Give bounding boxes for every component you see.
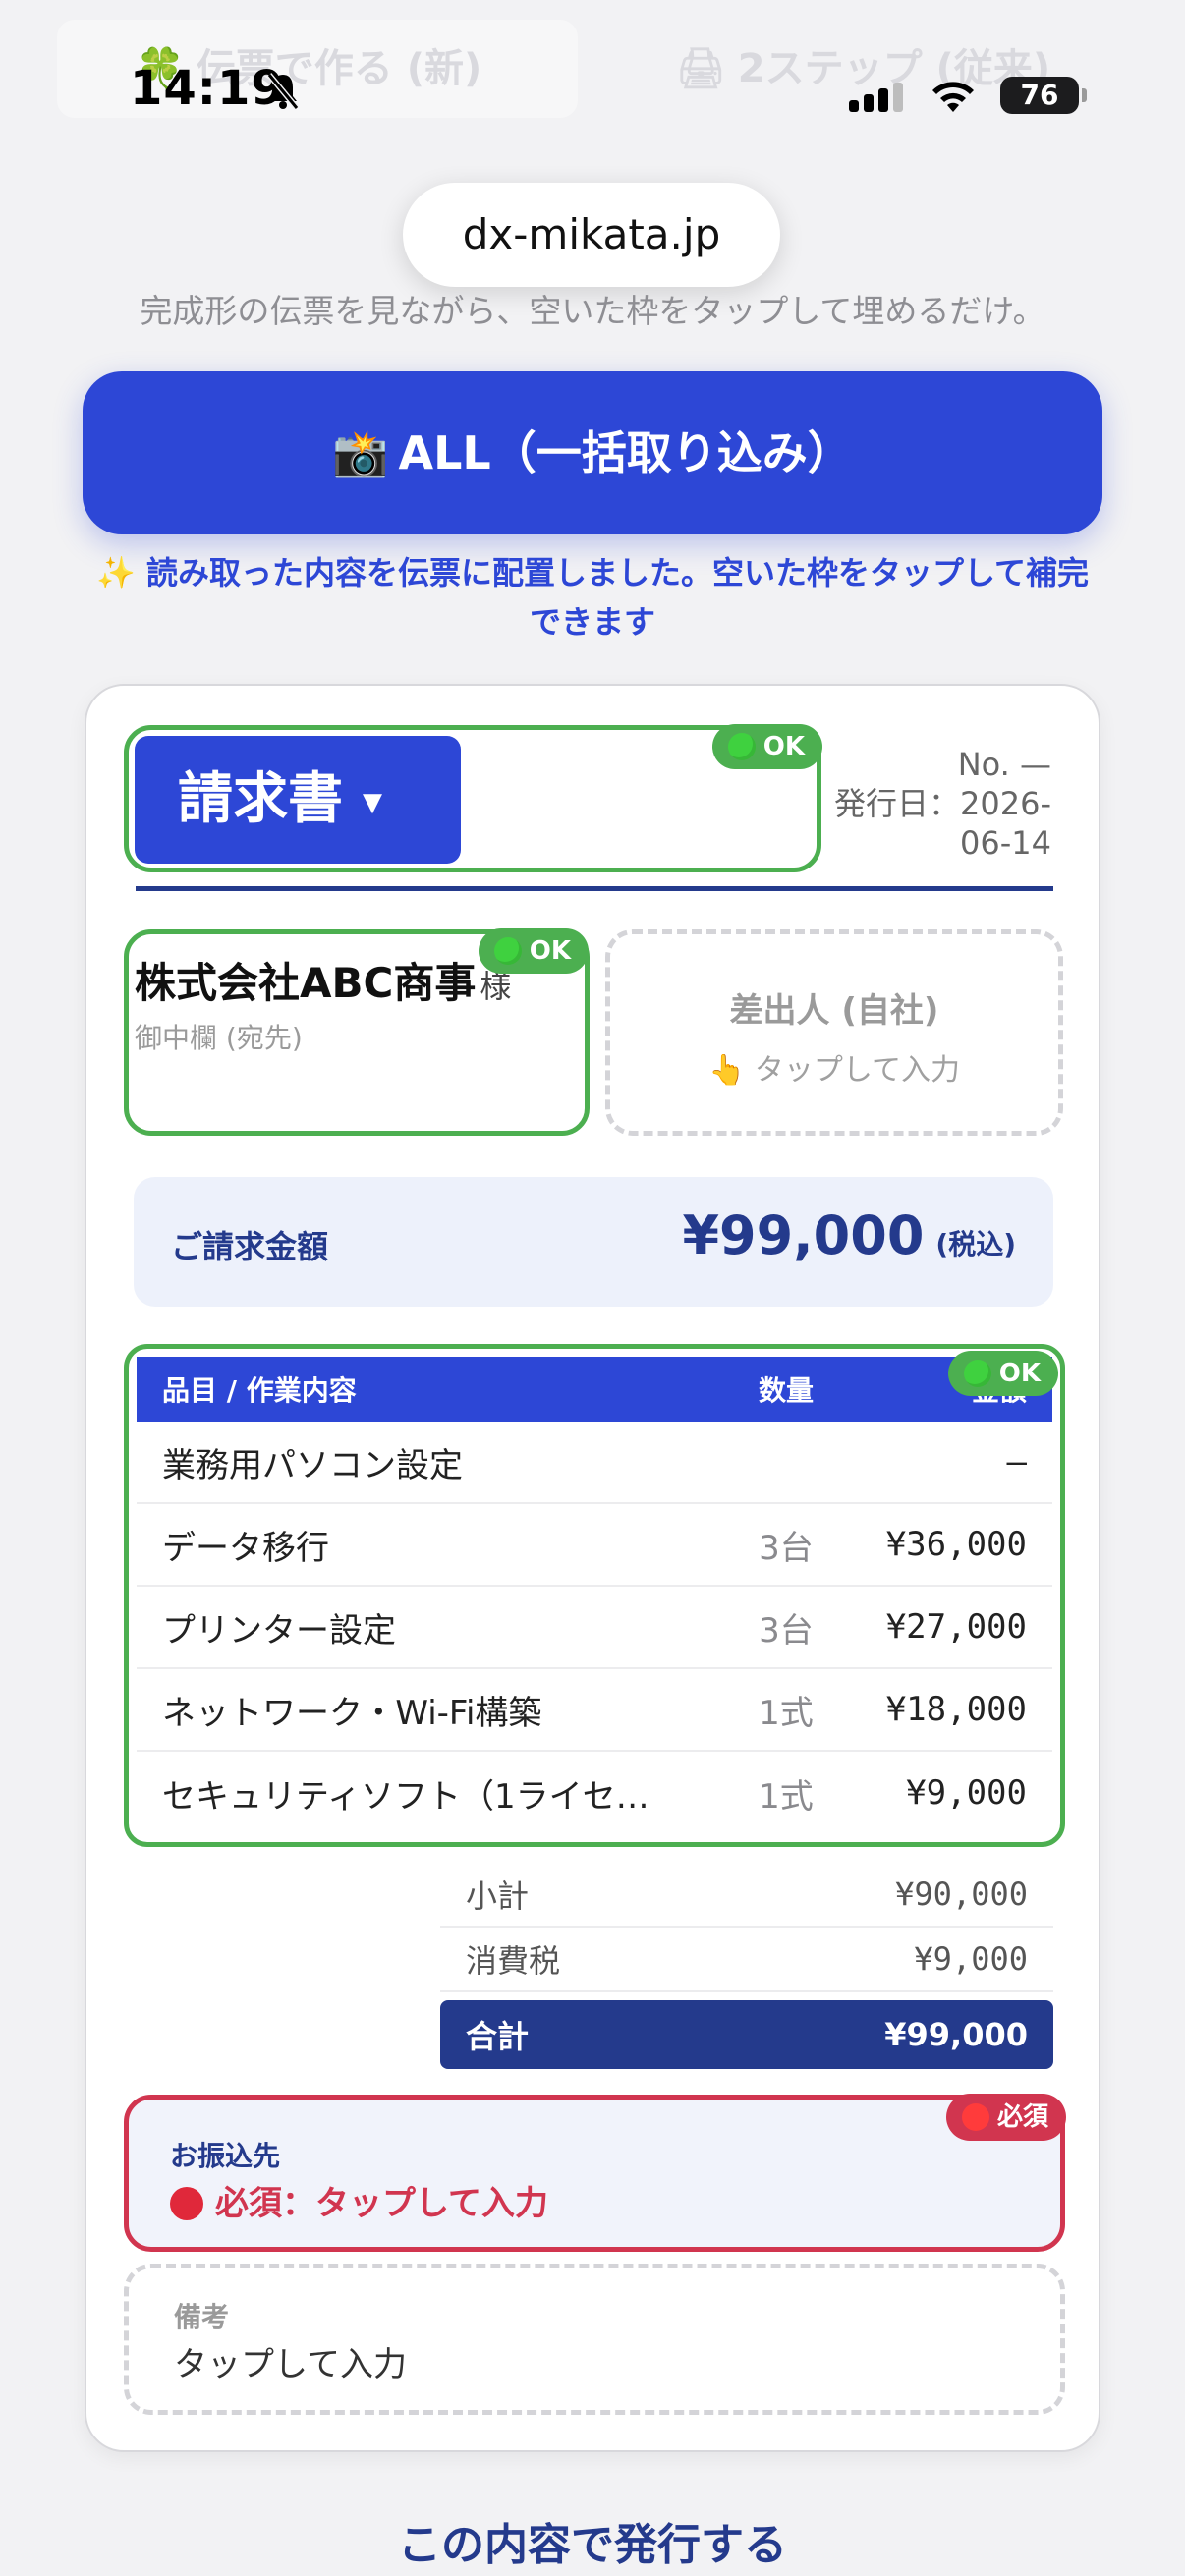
column-header-item: 品目 / 作業内容 — [162, 1374, 357, 1407]
table-row[interactable]: データ移行 3台 ¥36,000 — [137, 1504, 1052, 1587]
bell-muted-icon — [266, 73, 300, 110]
item-qty: 1式 — [759, 1776, 814, 1817]
item-name: プリンター設定 — [162, 1610, 396, 1651]
sender-title: 差出人 (自社) — [729, 991, 939, 1031]
camera-flash-icon: 📸 — [332, 426, 389, 479]
sender-field[interactable]: 差出人 (自社) 👆 タップして入力 — [605, 929, 1063, 1136]
recipient-company: 株式会社ABC商事 — [135, 959, 477, 1007]
red-circle-icon — [961, 2103, 989, 2131]
bank-required-text: 必須：タップして入力 — [215, 2184, 548, 2223]
page-subtitle: 完成形の伝票を見ながら、空いた枠をタップして埋めるだけ。 — [140, 292, 1045, 330]
total-row: 合計 ¥99,000 — [440, 2000, 1053, 2069]
doc-type-value: 請求書 — [178, 767, 343, 831]
note-hint: タップして入力 — [174, 2345, 407, 2384]
ok-label: OK — [998, 1359, 1041, 1388]
totals-section: 小計 ¥90,000 消費税 ¥9,000 合計 ¥99,000 — [440, 1863, 1053, 2069]
table-row[interactable]: ネットワーク・Wi-Fi構築 1式 ¥18,000 — [137, 1669, 1052, 1752]
green-circle-icon — [493, 937, 522, 965]
billing-amount: ご請求金額 ¥99,000 (税込) — [134, 1177, 1053, 1307]
ok-badge: OK — [947, 1351, 1058, 1396]
subtotal-row: 小計 ¥90,000 — [440, 1863, 1053, 1928]
url-bar[interactable]: dx-mikata.jp — [403, 183, 780, 287]
tax-included-label: (税込) — [935, 1228, 1016, 1260]
bank-account-field[interactable]: お振込先 必須：タップして入力 必須 — [124, 2094, 1066, 2252]
item-amount: ¥27,000 — [885, 1607, 1027, 1647]
table-row[interactable]: セキュリティソフト（1ライセ… 1式 ¥9,000 — [137, 1752, 1052, 1834]
tax-row: 消費税 ¥9,000 — [440, 1928, 1053, 1992]
table-row[interactable]: プリンター設定 3台 ¥27,000 — [137, 1587, 1052, 1669]
sender-hint: 👆 タップして入力 — [708, 1053, 960, 1088]
table-header: 品目 / 作業内容 数量 金額 — [137, 1357, 1052, 1422]
column-header-qty: 数量 — [758, 1374, 814, 1407]
item-name: データ移行 — [162, 1528, 329, 1568]
item-amount: ¥36,000 — [885, 1525, 1027, 1564]
doc-type-field[interactable]: 請求書 ▼ OK — [124, 724, 822, 872]
status-bar: 14:19 76 — [0, 61, 1185, 130]
required-label: 必須 — [996, 2102, 1048, 2132]
tax-value: ¥9,000 — [914, 1940, 1028, 1978]
issue-date: 発行日：2026-06-14 — [834, 785, 1051, 862]
cellular-signal-icon — [849, 83, 904, 112]
recipient-name: 株式会社ABC商事様 — [135, 950, 511, 1010]
note-label: 備考 — [174, 2301, 230, 2333]
table-row[interactable]: 業務用パソコン設定 — — [137, 1422, 1052, 1504]
bank-required-prompt: 必須：タップして入力 — [170, 2176, 548, 2224]
green-circle-icon — [963, 1360, 991, 1387]
item-qty: 3台 — [759, 1610, 814, 1651]
item-name: ネットワーク・Wi-Fi構築 — [162, 1693, 542, 1733]
clock: 14:19 — [130, 61, 285, 116]
required-badge: 必須 — [945, 2094, 1066, 2141]
total-value: ¥99,000 — [884, 2016, 1028, 2053]
capture-all-label: ALL（一括取り込み） — [398, 426, 853, 479]
total-label: 合計 — [466, 2018, 530, 2055]
ok-badge: OK — [711, 724, 822, 769]
tax-label: 消費税 — [466, 1942, 561, 1980]
divider — [136, 886, 1053, 891]
item-name: 業務用パソコン設定 — [162, 1445, 463, 1485]
info-message: ✨ 読み取った内容を伝票に配置しました。空いた枠をタップして補完できます — [95, 554, 1090, 641]
green-circle-icon — [727, 733, 756, 760]
battery-icon: 76 — [1000, 77, 1087, 114]
item-amount: — — [1006, 1442, 1027, 1482]
bank-label: お振込先 — [170, 2140, 281, 2172]
chevron-down-icon: ▼ — [363, 787, 382, 817]
subtotal-value: ¥90,000 — [895, 1876, 1028, 1913]
note-field[interactable]: 備考 タップして入力 — [124, 2264, 1065, 2415]
ok-badge: OK — [478, 928, 589, 974]
item-amount: ¥18,000 — [885, 1690, 1027, 1729]
line-items-field[interactable]: OK 品目 / 作業内容 数量 金額 業務用パソコン設定 — データ移行 3台 … — [124, 1344, 1065, 1847]
billing-amount-value: ¥99,000 (税込) — [682, 1204, 1016, 1266]
doc-type-select[interactable]: 請求書 ▼ — [135, 736, 461, 864]
amount-number: ¥99,000 — [682, 1204, 925, 1266]
invoice-number: No. — — [957, 746, 1051, 783]
capture-all-button[interactable]: 📸 ALL（一括取り込み） — [83, 371, 1102, 534]
billing-amount-label: ご請求金額 — [171, 1228, 329, 1265]
line-items-table: 品目 / 作業内容 数量 金額 業務用パソコン設定 — データ移行 3台 ¥36… — [137, 1357, 1052, 1834]
ok-label: OK — [762, 732, 805, 761]
recipient-label: 御中欄 (宛先) — [135, 1022, 303, 1054]
item-qty: 1式 — [759, 1693, 814, 1733]
wifi-icon — [932, 82, 974, 112]
issue-button[interactable]: この内容で発行する — [0, 2509, 1185, 2572]
item-amount: ¥9,000 — [906, 1773, 1027, 1813]
invoice-card: 請求書 ▼ OK No. — 発行日：2026-06-14 株式会社ABC商事様 … — [85, 684, 1100, 2452]
recipient-field[interactable]: 株式会社ABC商事様 御中欄 (宛先) OK — [124, 928, 590, 1136]
invoice-meta: No. — 発行日：2026-06-14 — [816, 745, 1051, 863]
ok-label: OK — [529, 936, 571, 966]
subtotal-label: 小計 — [466, 1877, 530, 1915]
item-name: セキュリティソフト（1ライセ… — [162, 1776, 649, 1817]
item-qty: 3台 — [759, 1528, 814, 1568]
red-circle-icon — [170, 2187, 203, 2220]
